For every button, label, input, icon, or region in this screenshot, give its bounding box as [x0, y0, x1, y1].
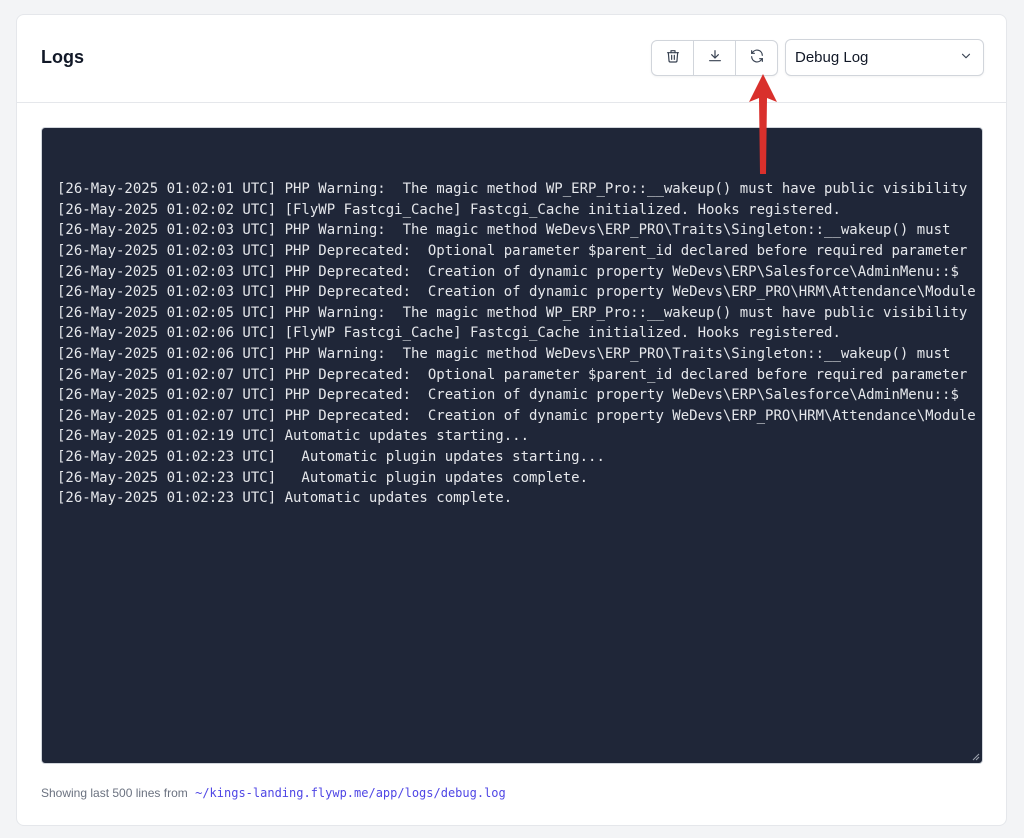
- refresh-log-button[interactable]: [736, 41, 777, 75]
- logs-header: Logs Debug Log: [17, 15, 1006, 103]
- log-line: [26-May-2025 01:02:23 UTC] Automatic upd…: [57, 490, 513, 507]
- log-line: [26-May-2025 01:02:02 UTC] [FlyWP Fastcg…: [57, 201, 841, 218]
- log-line: [26-May-2025 01:02:03 UTC] PHP Deprecate…: [57, 242, 968, 259]
- log-line: [26-May-2025 01:02:03 UTC] PHP Deprecate…: [57, 284, 976, 301]
- log-line: [26-May-2025 01:02:07 UTC] PHP Deprecate…: [57, 366, 968, 383]
- log-output[interactable]: [26-May-2025 01:02:01 UTC] PHP Warning: …: [41, 127, 983, 764]
- log-line: [26-May-2025 01:02:07 UTC] PHP Deprecate…: [57, 387, 959, 404]
- delete-log-button[interactable]: [652, 41, 694, 75]
- page-title: Logs: [41, 47, 84, 67]
- log-source-info: Showing last 500 lines from ~/kings-land…: [41, 786, 506, 800]
- log-file-path: ~/kings-landing.flywp.me/app/logs/debug.…: [195, 786, 506, 800]
- trash-icon: [665, 48, 681, 69]
- log-line: [26-May-2025 01:02:05 UTC] PHP Warning: …: [57, 304, 968, 321]
- log-line: [26-May-2025 01:02:23 UTC] Automatic plu…: [57, 448, 605, 465]
- log-actions-group: [651, 40, 778, 76]
- annotation-arrow-icon: [749, 74, 777, 174]
- logs-card: Logs Debug Log [26-May-2025 01:02:01 UTC…: [16, 14, 1007, 826]
- log-line: [26-May-2025 01:02:19 UTC] Automatic upd…: [57, 428, 530, 445]
- log-line: [26-May-2025 01:02:23 UTC] Automatic plu…: [57, 469, 589, 486]
- chevron-down-icon: [959, 49, 973, 67]
- log-line: [26-May-2025 01:02:01 UTC] PHP Warning: …: [57, 181, 968, 198]
- log-line: [26-May-2025 01:02:07 UTC] PHP Deprecate…: [57, 407, 976, 424]
- log-line: [26-May-2025 01:02:03 UTC] PHP Warning: …: [57, 222, 951, 239]
- resize-handle-icon[interactable]: [972, 753, 980, 761]
- log-type-select[interactable]: Debug Log: [785, 39, 984, 76]
- log-type-selected: Debug Log: [795, 49, 869, 66]
- log-line: [26-May-2025 01:02:06 UTC] PHP Warning: …: [57, 345, 951, 362]
- log-line: [26-May-2025 01:02:03 UTC] PHP Deprecate…: [57, 263, 959, 280]
- log-source-prefix: Showing last 500 lines from: [41, 786, 188, 800]
- refresh-icon: [749, 48, 765, 69]
- download-icon: [707, 48, 723, 69]
- log-line: [26-May-2025 01:02:06 UTC] [FlyWP Fastcg…: [57, 325, 841, 342]
- download-log-button[interactable]: [694, 41, 736, 75]
